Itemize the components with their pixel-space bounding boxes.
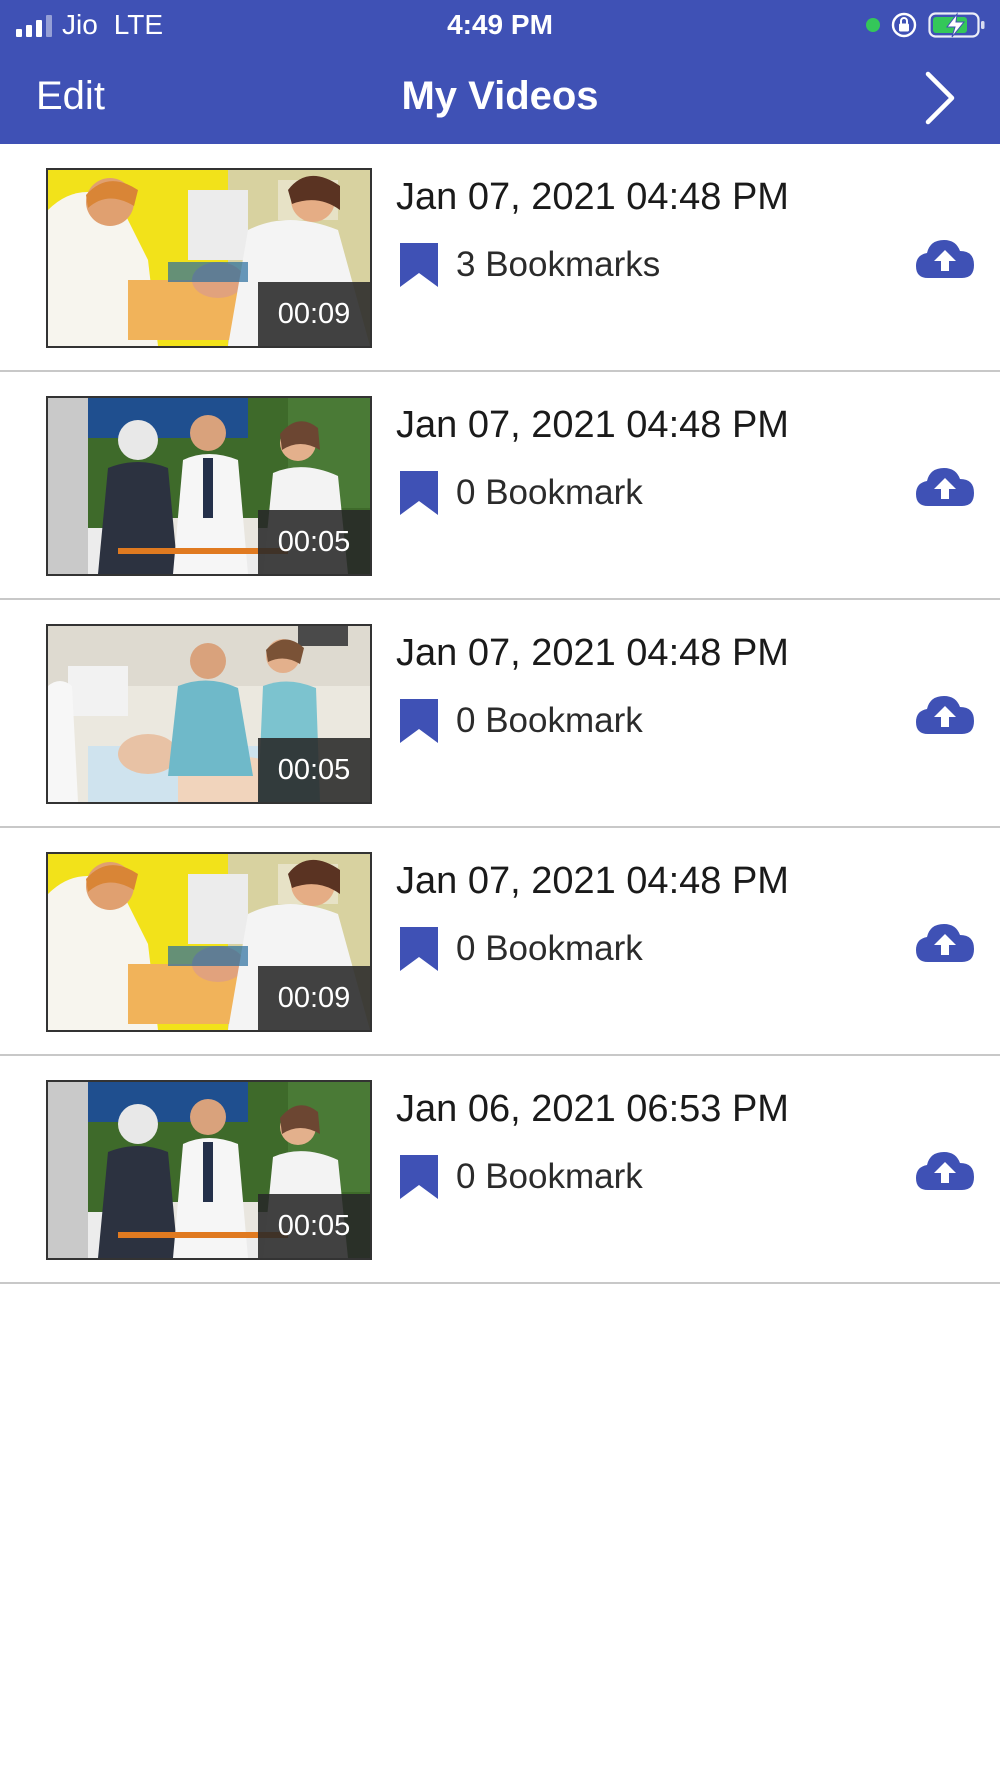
video-row[interactable]: 00:05 Jan 06, 2021 06:53 PM 0 Bookmark [0,1056,1000,1284]
bookmark-icon [400,699,438,743]
video-duration: 00:05 [258,1194,370,1258]
app-header: Jio LTE 4:49 PM Edit My Videos [0,0,1000,144]
video-date: Jan 07, 2021 04:48 PM [396,176,789,218]
orientation-lock-icon [891,12,917,38]
video-list: 00:09 Jan 07, 2021 04:48 PM 3 Bookmarks [0,144,1000,1284]
cloud-upload-icon[interactable] [914,1148,976,1194]
bookmark-info: 0 Bookmark [398,696,643,746]
chevron-right-icon[interactable] [920,68,960,128]
video-row[interactable]: 00:05 Jan 07, 2021 04:48 PM 0 Bookmark [0,372,1000,600]
video-thumbnail[interactable]: 00:09 [46,168,372,348]
camera-in-use-indicator-icon [866,18,880,32]
bookmark-count: 3 Bookmarks [456,245,661,284]
bookmark-icon [400,1155,438,1199]
edit-button[interactable]: Edit [36,72,105,120]
video-date: Jan 07, 2021 04:48 PM [396,860,789,902]
video-duration: 00:05 [258,738,370,802]
video-duration: 00:09 [258,966,370,1030]
navigation-bar: Edit My Videos [0,50,1000,144]
video-thumbnail[interactable]: 00:05 [46,624,372,804]
page-title: My Videos [401,74,599,118]
cloud-upload-icon[interactable] [914,920,976,966]
video-row[interactable]: 00:05 Jan 07, 2021 04:48 PM 0 Bookmark [0,600,1000,828]
video-duration: 00:09 [258,282,370,346]
video-row[interactable]: 00:09 Jan 07, 2021 04:48 PM 0 Bookmark [0,828,1000,1056]
video-duration: 00:05 [258,510,370,574]
cloud-upload-icon[interactable] [914,692,976,738]
bookmark-info: 0 Bookmark [398,924,643,974]
bookmark-count: 0 Bookmark [456,1157,643,1196]
cloud-upload-icon[interactable] [914,236,976,282]
bookmark-info: 3 Bookmarks [398,240,660,290]
bookmark-icon [400,927,438,971]
bookmark-count: 0 Bookmark [456,929,643,968]
status-right [866,8,986,42]
video-date: Jan 07, 2021 04:48 PM [396,632,789,674]
bookmark-info: 0 Bookmark [398,1152,643,1202]
video-row[interactable]: 00:09 Jan 07, 2021 04:48 PM 3 Bookmarks [0,144,1000,372]
bookmark-icon [400,471,438,515]
bookmark-icon [400,243,438,287]
bookmark-count: 0 Bookmark [456,473,643,512]
status-bar: Jio LTE 4:49 PM [0,0,1000,50]
video-thumbnail[interactable]: 00:09 [46,852,372,1032]
video-date: Jan 06, 2021 06:53 PM [396,1088,789,1130]
video-thumbnail[interactable]: 00:05 [46,1080,372,1260]
bookmark-count: 0 Bookmark [456,701,643,740]
video-thumbnail[interactable]: 00:05 [46,396,372,576]
status-time: 4:49 PM [447,9,553,40]
cloud-upload-icon[interactable] [914,464,976,510]
battery-charging-icon [928,12,985,38]
bookmark-info: 0 Bookmark [398,468,643,518]
video-date: Jan 07, 2021 04:48 PM [396,404,789,446]
